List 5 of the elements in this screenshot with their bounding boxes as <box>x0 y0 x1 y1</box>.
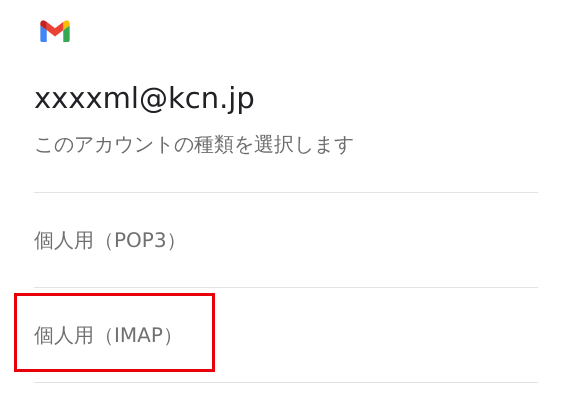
subtitle: このアカウントの種類を選択します <box>34 131 355 158</box>
mail-logo-icon <box>40 20 70 42</box>
account-email: xxxxml@kcn.jp <box>34 80 256 116</box>
account-type-option[interactable]: 個人用（IMAP） <box>34 322 183 348</box>
account-type-option[interactable]: 個人用（POP3） <box>34 226 187 254</box>
